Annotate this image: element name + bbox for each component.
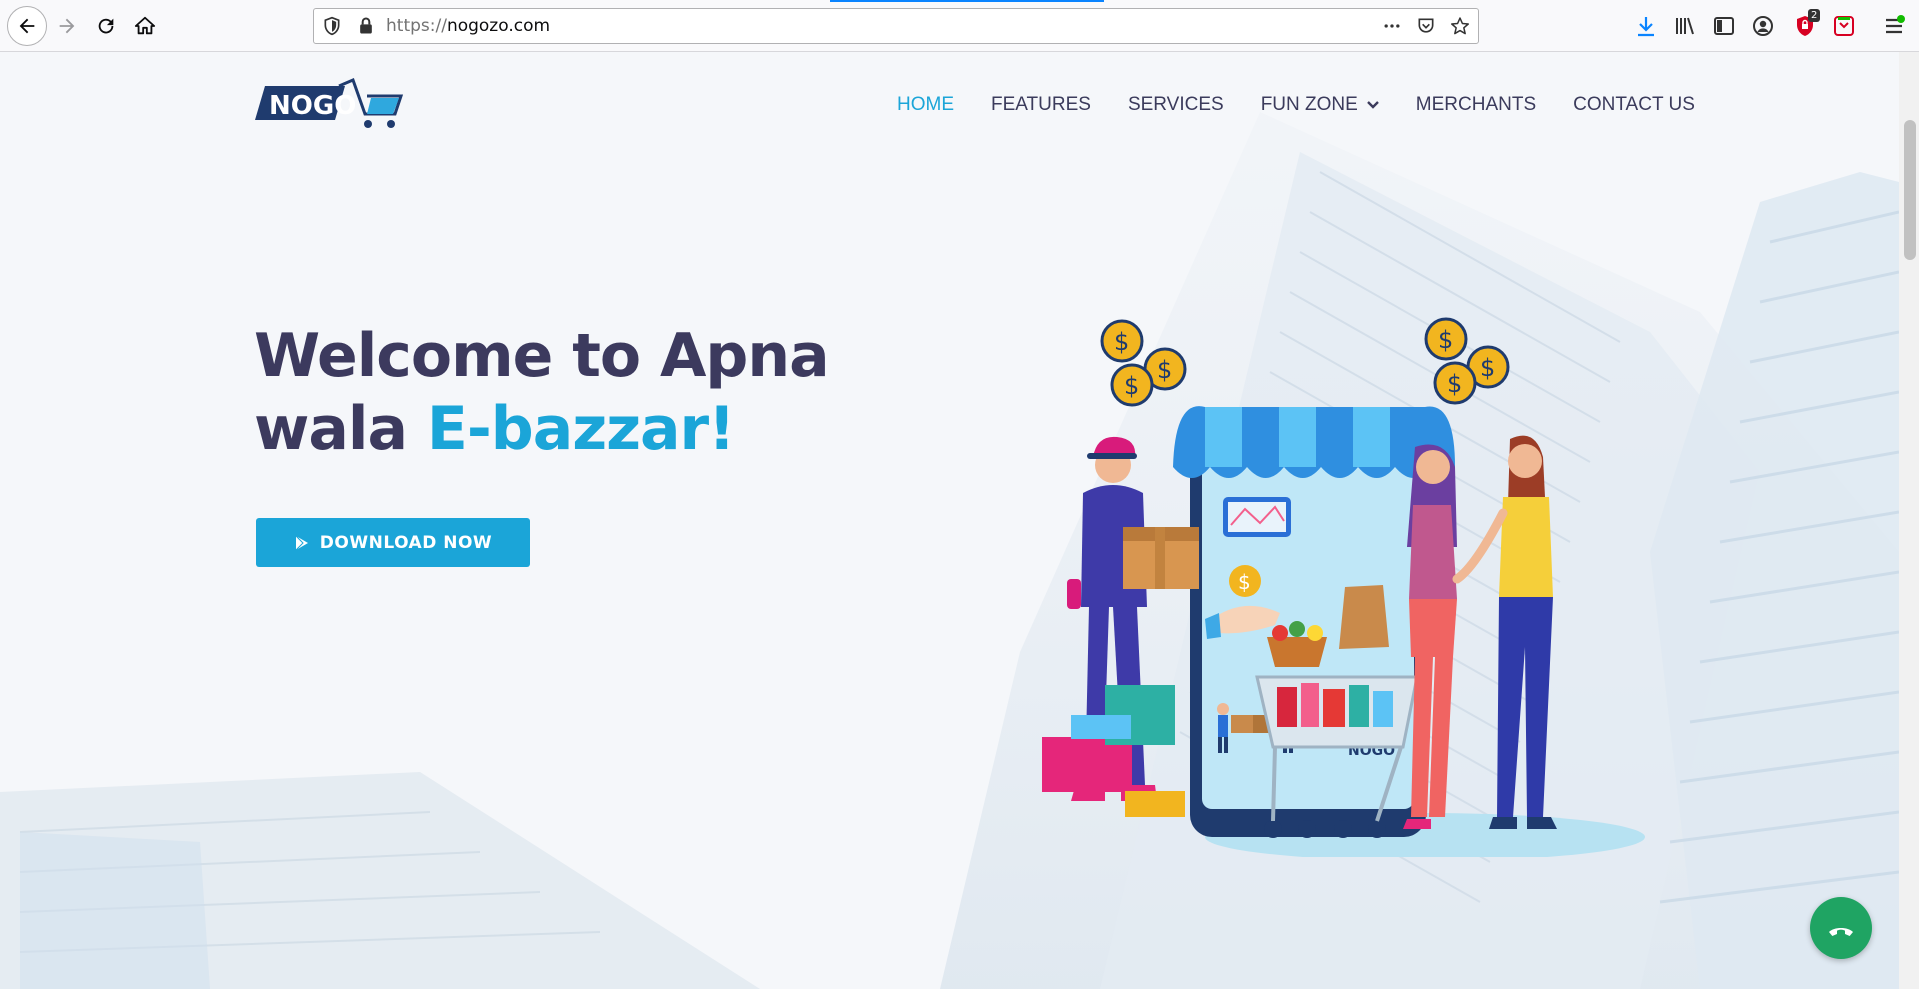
- scrollbar-thumb[interactable]: [1904, 120, 1916, 260]
- phone-icon: [1829, 928, 1853, 936]
- reload-button[interactable]: [88, 8, 124, 44]
- pocket-icon[interactable]: [1416, 16, 1436, 36]
- more-actions-icon[interactable]: [1382, 16, 1402, 36]
- address-bar[interactable]: https://nogozo.com: [313, 8, 1479, 44]
- chevron-down-icon: [1366, 101, 1379, 109]
- browser-toolbar: https://nogozo.com 2: [0, 0, 1919, 52]
- library-icon[interactable]: [1673, 14, 1697, 38]
- arrow-left-icon: [19, 18, 35, 34]
- nav-home[interactable]: HOME: [897, 90, 954, 120]
- url-protocol: https://: [386, 16, 447, 36]
- bookmark-star-icon[interactable]: [1450, 16, 1470, 36]
- lock-icon[interactable]: [356, 16, 376, 36]
- nav-services[interactable]: SERVICES: [1128, 90, 1224, 120]
- svg-text:$: $: [1438, 326, 1453, 354]
- download-now-button[interactable]: DOWNLOAD NOW: [256, 518, 530, 567]
- svg-text:$: $: [1447, 370, 1462, 398]
- page-scrollbar[interactable]: [1898, 52, 1919, 989]
- svg-text:$: $: [1480, 354, 1495, 382]
- hero-title-line1: Welcome to Apna: [254, 321, 830, 391]
- nav-features[interactable]: FEATURES: [991, 90, 1091, 120]
- main-navigation: HOME FEATURES SERVICES FUN ZONE MERCHANT…: [897, 90, 1732, 120]
- back-button[interactable]: [7, 6, 47, 46]
- reload-icon: [98, 18, 114, 34]
- nav-merchants[interactable]: MERCHANTS: [1416, 90, 1536, 120]
- url-text[interactable]: https://nogozo.com: [386, 16, 550, 36]
- extension-badge-count: 2: [1808, 9, 1821, 22]
- active-tab-indicator: [830, 0, 1104, 2]
- nav-fun-zone-label: FUN ZONE: [1260, 94, 1358, 115]
- svg-text:$: $: [1238, 570, 1251, 594]
- menu-hamburger-icon[interactable]: [1882, 14, 1906, 38]
- hero-title-line2: wala: [254, 394, 427, 464]
- hero-title: Welcome to Apna wala E-bazzar!: [254, 320, 954, 466]
- sidebar-icon[interactable]: [1712, 14, 1736, 38]
- web-page: NOGO HOME FEATURES SERVICES FUN ZONE MER…: [0, 52, 1899, 989]
- forward-button[interactable]: [49, 8, 85, 44]
- url-domain: nogozo.com: [446, 16, 551, 36]
- pocket-extension-icon[interactable]: [1832, 14, 1856, 38]
- home-button[interactable]: [127, 8, 163, 44]
- call-button[interactable]: [1810, 897, 1872, 959]
- coins-left: $ $ $: [1100, 319, 1187, 407]
- download-icon[interactable]: [1634, 14, 1658, 38]
- download-now-label: DOWNLOAD NOW: [319, 532, 493, 553]
- tracking-protection-icon[interactable]: [322, 16, 342, 36]
- svg-text:$: $: [1114, 328, 1129, 356]
- logo-text: NOGO: [269, 91, 356, 121]
- nav-contact-us[interactable]: CONTACT US: [1573, 90, 1695, 120]
- play-store-icon: [295, 535, 308, 550]
- svg-text:$: $: [1124, 372, 1139, 400]
- nav-fun-zone[interactable]: FUN ZONE: [1261, 90, 1379, 120]
- svg-text:$: $: [1157, 356, 1172, 384]
- shopping-illustration: $ $ $ $ $ $ $ NOGO: [1042, 317, 1645, 857]
- coins-right: $ $ $: [1424, 317, 1510, 405]
- home-icon: [134, 16, 156, 35]
- account-icon[interactable]: [1751, 14, 1775, 38]
- hero-title-accent: E-bazzar!: [426, 394, 736, 464]
- woman-shopper-2: [1452, 435, 1557, 829]
- arrow-right-icon: [59, 18, 75, 34]
- nogozo-logo[interactable]: NOGO: [255, 76, 407, 132]
